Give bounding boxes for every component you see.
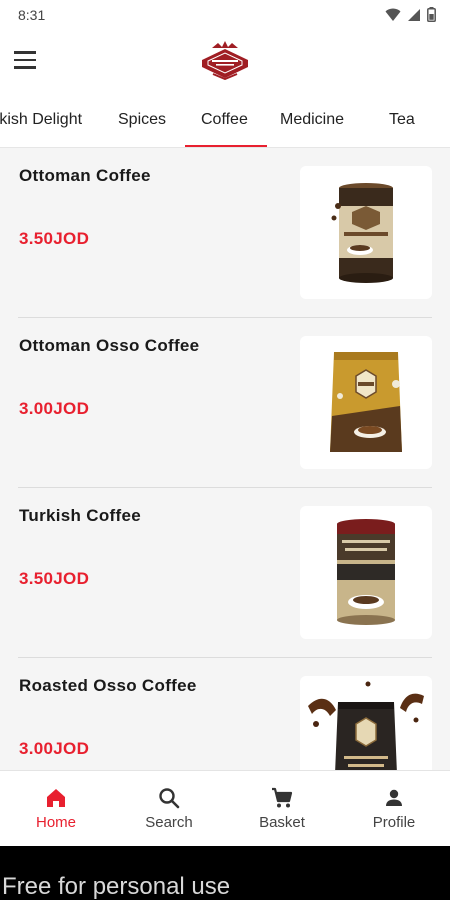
menu-icon[interactable] bbox=[14, 46, 42, 74]
watermark-text: Free for personal use bbox=[2, 873, 231, 900]
app-bar bbox=[0, 30, 450, 92]
nav-home[interactable]: Home bbox=[0, 771, 112, 847]
status-time: 8:31 bbox=[18, 7, 46, 23]
tab-spices[interactable]: Spices bbox=[118, 92, 166, 147]
tab-tea[interactable]: Tea bbox=[389, 92, 415, 147]
product-item[interactable]: Roasted Osso Coffee 3.00JOD bbox=[0, 658, 450, 770]
nav-basket[interactable]: Basket bbox=[226, 771, 338, 847]
product-price: 3.00JOD bbox=[19, 399, 90, 418]
coffee-pouch-icon bbox=[308, 681, 424, 770]
brand-logo bbox=[202, 41, 248, 80]
status-icons bbox=[385, 7, 436, 22]
product-item[interactable]: Ottoman Coffee 3.50JOD bbox=[0, 148, 450, 318]
status-bar: 8:31 bbox=[0, 0, 450, 30]
product-price: 3.50JOD bbox=[19, 569, 90, 588]
active-tab-indicator bbox=[185, 145, 267, 147]
product-name: Ottoman Coffee bbox=[19, 166, 151, 185]
nav-label: Profile bbox=[372, 814, 416, 831]
nav-label: Search bbox=[145, 814, 193, 831]
nav-search[interactable]: Search bbox=[113, 771, 225, 847]
person-icon bbox=[386, 789, 402, 806]
product-image[interactable] bbox=[300, 166, 432, 299]
tab-coffee[interactable]: Coffee bbox=[201, 92, 248, 147]
nav-label: Basket bbox=[259, 814, 305, 831]
bottom-navigation: Home Search Basket Profile bbox=[0, 770, 450, 846]
nav-profile[interactable]: Profile bbox=[338, 771, 450, 847]
product-name: Turkish Coffee bbox=[19, 506, 141, 525]
battery-icon bbox=[427, 7, 436, 22]
product-name: Ottoman Osso Coffee bbox=[19, 336, 200, 355]
product-price: 3.00JOD bbox=[19, 739, 90, 758]
nav-label: Home bbox=[35, 814, 76, 831]
cart-icon bbox=[272, 787, 293, 808]
wifi-icon bbox=[385, 8, 401, 21]
product-list: Ottoman Coffee 3.50JOD Ottoman Osso Coff… bbox=[0, 148, 450, 770]
product-image[interactable] bbox=[300, 676, 432, 770]
product-item[interactable]: Ottoman Osso Coffee 3.00JOD bbox=[0, 318, 450, 488]
coffee-tin-icon bbox=[331, 183, 393, 283]
tab-turkish-delight[interactable]: rkish Delight bbox=[0, 92, 82, 147]
home-icon bbox=[47, 789, 65, 807]
product-image[interactable] bbox=[300, 506, 432, 639]
search-icon bbox=[159, 788, 180, 809]
product-price: 3.50JOD bbox=[19, 229, 90, 248]
signal-icon bbox=[408, 8, 420, 21]
watermark-bar: Free for personal use bbox=[0, 846, 450, 900]
product-name: Roasted Osso Coffee bbox=[19, 676, 197, 695]
product-item[interactable]: Turkish Coffee 3.50JOD bbox=[0, 488, 450, 658]
product-image[interactable] bbox=[300, 336, 432, 469]
coffee-pouch-icon bbox=[330, 352, 402, 452]
coffee-tin-icon bbox=[337, 519, 395, 625]
tab-medicine[interactable]: Medicine bbox=[280, 92, 344, 147]
category-tabs: rkish Delight Spices Coffee Medicine Tea bbox=[0, 92, 450, 148]
